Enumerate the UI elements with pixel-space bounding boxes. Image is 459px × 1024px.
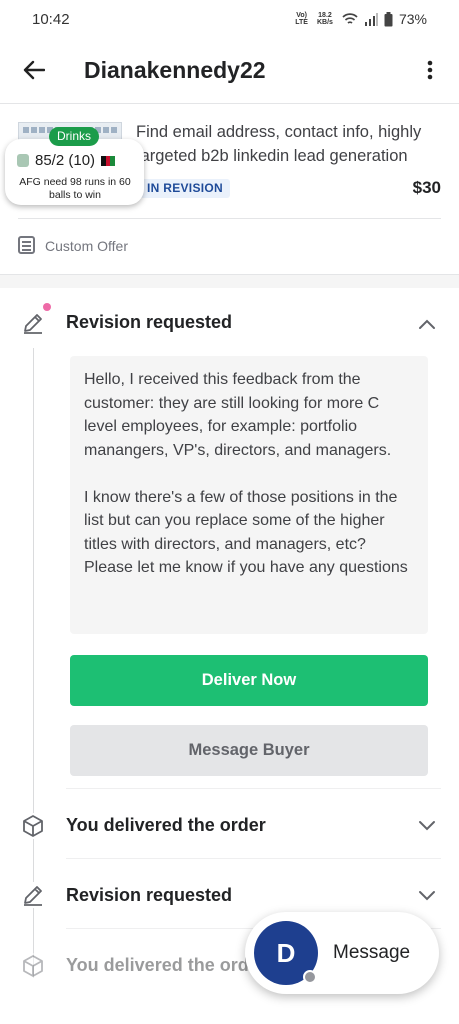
page-title: Dianakennedy22 [84,57,266,83]
arrow-left-icon [23,60,45,80]
pencil-icon [20,882,46,908]
score-value: 85/2 (10) [35,152,96,169]
deliver-now-button[interactable]: Deliver Now [70,655,428,706]
timeline-item-title[interactable]: Revision requested [66,885,232,906]
team-logo-icon [17,154,29,167]
live-score-overlay[interactable]: Drinks 85/2 (10) AFG need 98 runs in 60 … [5,127,144,205]
timeline-item-title[interactable]: You delivered the order [66,815,266,836]
message-buyer-button[interactable]: Message Buyer [70,725,428,776]
status-bar: 10:42 Vo) LTE 18.2 KB/s 73% [0,0,459,38]
divider [18,218,441,219]
section-separator [0,274,459,288]
order-status-badge: IN REVISION [140,179,230,198]
chevron-down-icon[interactable] [416,885,438,907]
network-speed: 18.2 KB/s [316,12,333,26]
more-options-button[interactable] [418,54,442,86]
message-fab-label: Message [333,942,411,963]
signal-icon [364,12,378,26]
timeline-item-title[interactable]: You delivered the order [66,955,266,976]
battery-percent: 73% [398,11,427,27]
gig-price: $30 [412,178,441,197]
timeline-item-title[interactable]: Revision requested [66,312,232,333]
pencil-icon [20,310,46,336]
app-bar: Dianakennedy22 [0,40,459,102]
score-line: 85/2 (10) [17,152,116,169]
chevron-up-icon[interactable] [416,313,438,335]
status-icons: Vo) LTE 18.2 KB/s 73% [295,11,427,27]
status-time: 10:42 [32,10,70,28]
network-label: Vo) LTE [295,12,308,26]
package-icon [20,953,46,979]
score-status-badge: Drinks [49,127,100,146]
message-fab[interactable]: D Message [245,912,439,994]
custom-offer-label: Custom Offer [45,238,128,254]
score-subtitle: AFG need 98 runs in 60 balls to win [19,176,131,201]
unread-dot [43,303,51,311]
afghanistan-flag-icon [101,155,116,166]
divider [66,788,441,789]
more-vertical-icon [427,60,433,80]
package-icon [20,813,46,839]
battery-icon [384,11,393,26]
divider [66,858,441,859]
online-status-dot [303,970,317,984]
back-button[interactable] [18,54,50,86]
gig-title[interactable]: Find email address, contact info, highly… [136,120,446,168]
header-divider [0,103,459,104]
wifi-icon [342,13,358,24]
chevron-down-icon[interactable] [416,815,438,837]
custom-offer-icon [18,236,35,254]
revision-message: Hello, I received this feedback from the… [70,356,428,634]
